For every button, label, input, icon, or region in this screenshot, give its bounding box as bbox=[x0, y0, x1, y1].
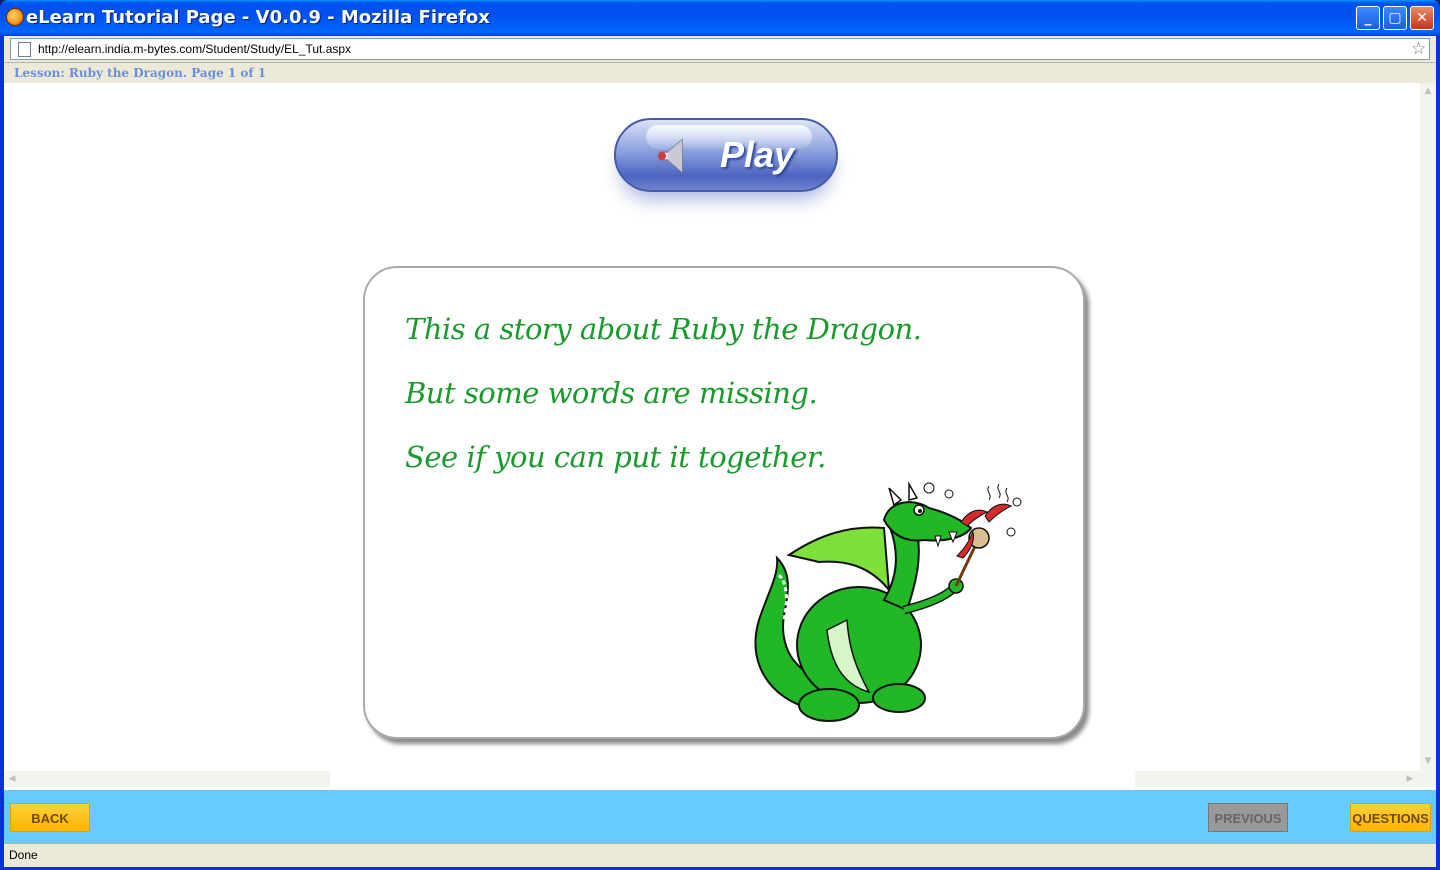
scroll-down-icon[interactable]: ▼ bbox=[1422, 755, 1434, 767]
questions-button[interactable]: QUESTIONS bbox=[1350, 803, 1431, 832]
star-icon[interactable]: ☆ bbox=[1411, 39, 1426, 59]
url-field[interactable]: http://elearn.india.m-bytes.com/Student/… bbox=[10, 38, 1430, 60]
dragon-illustration bbox=[754, 481, 1022, 722]
url-text[interactable]: http://elearn.india.m-bytes.com/Student/… bbox=[38, 42, 351, 56]
window-title: eLearn Tutorial Page - V0.0.9 - Mozilla … bbox=[26, 7, 490, 28]
lesson-nav-bar: BACK PREVIOUS QUESTIONS bbox=[4, 790, 1436, 843]
minimize-icon: _ bbox=[1364, 10, 1372, 26]
speaker-icon bbox=[658, 138, 683, 174]
browser-window: eLearn Tutorial Page - V0.0.9 - Mozilla … bbox=[0, 0, 1440, 870]
play-button[interactable]: Play bbox=[614, 118, 838, 192]
horizontal-scrollbar[interactable]: ◀ ▶ bbox=[4, 771, 1436, 787]
scroll-left-icon[interactable]: ◀ bbox=[6, 773, 18, 785]
previous-button[interactable]: PREVIOUS bbox=[1208, 803, 1288, 832]
story-line-1: This a story about Ruby the Dragon. bbox=[405, 312, 922, 346]
firefox-icon bbox=[6, 8, 24, 26]
minimize-button[interactable]: _ bbox=[1356, 6, 1380, 30]
maximize-icon: ▢ bbox=[1388, 10, 1402, 26]
vertical-scrollbar[interactable]: ▲ ▼ bbox=[1420, 83, 1436, 771]
scroll-right-icon[interactable]: ▶ bbox=[1404, 773, 1416, 785]
status-bar: Done bbox=[4, 843, 1436, 867]
maximize-button[interactable]: ▢ bbox=[1383, 6, 1407, 30]
status-text: Done bbox=[9, 848, 38, 862]
back-button[interactable]: BACK bbox=[10, 803, 90, 832]
title-bar[interactable]: eLearn Tutorial Page - V0.0.9 - Mozilla … bbox=[0, 0, 1440, 36]
lesson-title: Lesson: Ruby the Dragon. Page 1 of 1 bbox=[14, 66, 267, 80]
scrollbar-gap bbox=[330, 771, 1135, 787]
page-content: Play This a story about Ruby the Dragon.… bbox=[4, 83, 1436, 790]
page-icon bbox=[18, 42, 31, 57]
lesson-header-bar: Lesson: Ruby the Dragon. Page 1 of 1 bbox=[4, 63, 1436, 83]
play-label: Play bbox=[720, 134, 795, 175]
scroll-up-icon[interactable]: ▲ bbox=[1422, 85, 1434, 97]
story-line-2: But some words are missing. bbox=[405, 376, 818, 410]
close-button[interactable]: ✕ bbox=[1410, 6, 1434, 30]
close-icon: ✕ bbox=[1416, 10, 1428, 26]
story-card: This a story about Ruby the Dragon. But … bbox=[363, 266, 1085, 739]
story-line-3: See if you can put it together. bbox=[405, 440, 826, 474]
address-bar: http://elearn.india.m-bytes.com/Student/… bbox=[4, 36, 1436, 63]
